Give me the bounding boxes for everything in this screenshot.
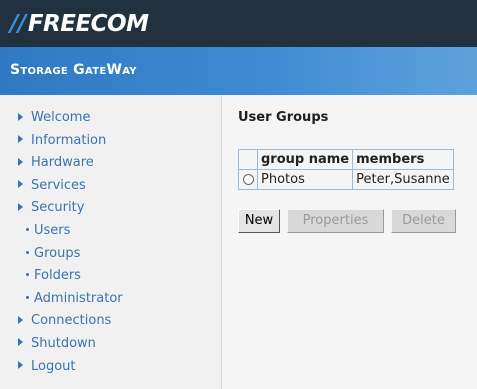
table-row: Photos Peter,Susanne: [238, 169, 454, 190]
row-select-cell: [238, 169, 258, 190]
sidebar-item-label: Information: [31, 132, 107, 148]
new-button[interactable]: New: [238, 209, 280, 233]
triangle-right-icon: [18, 315, 23, 324]
sidebar-item-label: Groups: [34, 245, 81, 261]
groups-table: group name members Photos Peter,Susanne: [238, 149, 454, 190]
product-header-bar: Storage GateWay: [0, 47, 477, 95]
sidebar-item-label: Shutdown: [31, 335, 96, 351]
sidebar-item-label: Services: [31, 177, 86, 193]
main-content: User Groups group name members Photos Pe…: [222, 95, 477, 389]
bullet-icon: [26, 273, 29, 277]
sidebar-item-connections[interactable]: Connections: [18, 310, 123, 333]
sidebar-item-label: Security: [31, 200, 85, 216]
sidebar-item-label: Welcome: [31, 110, 91, 125]
triangle-right-icon: [18, 338, 23, 347]
bullet-icon: [26, 227, 29, 231]
sidebar-subitem-folders[interactable]: Folders: [18, 265, 123, 288]
sidebar-item-label: Hardware: [31, 155, 94, 171]
bullet-icon: [26, 250, 29, 254]
members-cell: Peter,Susanne: [352, 169, 454, 190]
triangle-right-icon: [18, 157, 23, 166]
column-header-members: members: [352, 149, 454, 170]
row-radio-button[interactable]: [242, 174, 254, 185]
product-title: Storage GateWay: [10, 62, 137, 78]
bullet-icon: [26, 295, 29, 299]
sidebar-item-shutdown[interactable]: Shutdown: [18, 333, 123, 356]
triangle-right-icon: [18, 180, 23, 189]
sidebar-subitem-groups[interactable]: Groups: [18, 243, 123, 266]
properties-button[interactable]: Properties: [287, 209, 384, 233]
select-column-header: [238, 149, 258, 170]
sidebar-item-label: Logout: [31, 358, 76, 374]
sidebar-item-information[interactable]: Information: [18, 130, 123, 153]
triangle-right-icon: [18, 135, 23, 144]
triangle-right-icon: [18, 112, 23, 121]
group-name-cell: Photos: [256, 169, 354, 190]
table-header-row: group name members: [238, 149, 454, 170]
sidebar-item-hardware[interactable]: Hardware: [18, 152, 123, 175]
column-header-group-name: group name: [256, 149, 354, 170]
sidebar-item-logout[interactable]: Logout: [18, 356, 123, 379]
logo-text: FREECOM: [27, 11, 149, 37]
page-title: User Groups: [238, 110, 329, 125]
sidebar-item-label: Administrator: [34, 290, 123, 306]
freecom-logo: //FREECOM: [10, 10, 149, 38]
triangle-right-icon: [18, 202, 23, 211]
sidebar-subitem-users[interactable]: Users: [18, 220, 123, 243]
sidebar-item-services[interactable]: Services: [18, 175, 123, 198]
delete-button[interactable]: Delete: [391, 209, 456, 233]
sidebar-item-label: Folders: [34, 268, 81, 284]
sidebar-item-label: Connections: [31, 313, 112, 329]
sidebar-item-label: Users: [34, 222, 71, 238]
triangle-right-icon: [18, 361, 23, 370]
sidebar-item-welcome[interactable]: Welcome: [18, 107, 123, 130]
logo-slashes: //: [10, 11, 26, 37]
top-header-bar: //FREECOM: [0, 0, 477, 47]
sidebar: Welcome Information Hardware Services Se…: [0, 95, 222, 389]
sidebar-item-security[interactable]: Security: [18, 197, 123, 220]
sidebar-subitem-administrator[interactable]: Administrator: [18, 288, 123, 311]
sidebar-nav: Welcome Information Hardware Services Se…: [18, 107, 123, 378]
